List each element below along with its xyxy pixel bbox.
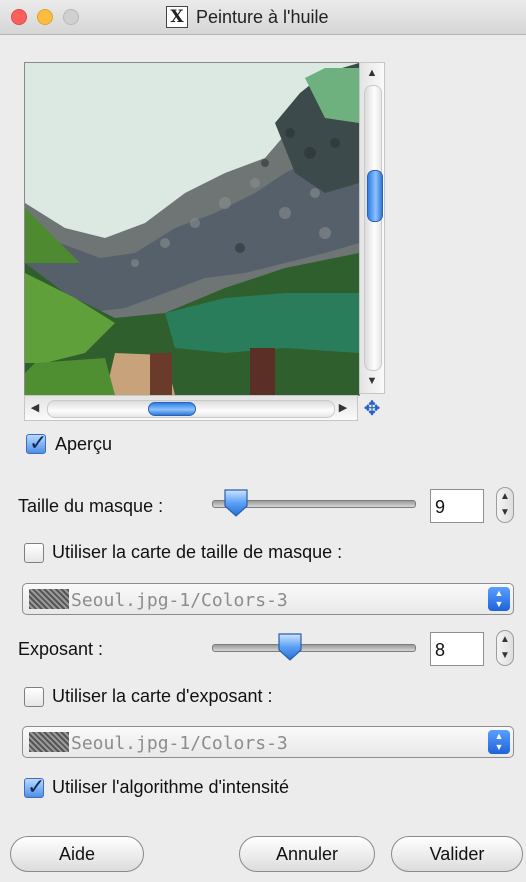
exponent-label: Exposant : <box>18 639 104 659</box>
intensity-label[interactable]: Utiliser l'algorithme d'intensité <box>52 777 289 798</box>
title-bar: X Peinture à l'huile <box>0 0 526 35</box>
mask-map-label[interactable]: Utiliser la carte de taille de masque : <box>52 542 342 563</box>
exponent-slider-thumb[interactable] <box>276 632 304 662</box>
mask-map-combo-value: Seoul.jpg-1/Colors-3 <box>71 590 288 611</box>
combo-arrows-icon[interactable]: ▲ ▼ <box>488 730 510 754</box>
scroll-down-arrow-icon[interactable]: ▼ <box>364 373 380 389</box>
preview-image[interactable] <box>24 62 360 396</box>
preview-checkbox-label[interactable]: Aperçu <box>55 434 112 455</box>
minimize-window-button[interactable] <box>37 9 53 25</box>
horizontal-scroll-track[interactable] <box>47 400 335 418</box>
image-thumbnail-icon <box>29 732 69 752</box>
mask-size-label: Taille du masque : <box>18 496 164 516</box>
exponent-spin-buttons[interactable]: ▲ ▼ <box>496 630 514 666</box>
mask-size-spin-buttons[interactable]: ▲ ▼ <box>496 487 514 523</box>
exponent-value-field[interactable]: 8 <box>430 632 484 666</box>
vertical-scroll-thumb[interactable] <box>367 170 383 222</box>
spin-down-icon[interactable]: ▼ <box>500 650 510 661</box>
exponent-map-combo[interactable]: Seoul.jpg-1/Colors-3 ▲ ▼ <box>22 726 514 758</box>
spin-up-icon[interactable]: ▲ <box>500 634 510 645</box>
ok-button[interactable]: Valider <box>391 836 523 872</box>
x11-app-icon: X <box>166 6 188 28</box>
window-title-group: X Peinture à l'huile <box>166 5 329 29</box>
cancel-button[interactable]: Annuler <box>239 836 375 872</box>
preview-painting <box>25 63 359 395</box>
image-thumbnail-icon <box>29 589 69 609</box>
exponent-map-checkbox[interactable] <box>24 687 44 707</box>
window-title: Peinture à l'huile <box>196 6 329 27</box>
scroll-left-arrow-icon[interactable]: ◀ <box>27 400 43 416</box>
spin-down-icon[interactable]: ▼ <box>500 507 510 518</box>
zoom-window-button[interactable] <box>63 9 79 25</box>
mask-size-value-field[interactable]: 9 <box>430 489 484 523</box>
spin-up-icon[interactable]: ▲ <box>500 491 510 502</box>
checkmark-icon: ✓ <box>27 774 46 799</box>
preview-horizontal-scrollbar[interactable]: ◀ ▶ <box>24 395 358 421</box>
mask-map-checkbox[interactable] <box>24 543 44 563</box>
scroll-right-arrow-icon[interactable]: ▶ <box>335 400 351 416</box>
horizontal-scroll-thumb[interactable] <box>148 402 196 416</box>
vertical-scroll-track[interactable] <box>364 85 383 371</box>
scroll-up-arrow-icon[interactable]: ▲ <box>364 65 380 81</box>
checkmark-icon: ✓ <box>29 430 48 455</box>
exponent-map-combo-value: Seoul.jpg-1/Colors-3 <box>71 733 288 754</box>
preview-vertical-scrollbar[interactable]: ▲ ▼ <box>359 62 385 394</box>
help-button[interactable]: Aide <box>10 836 144 872</box>
navigate-move-icon[interactable]: ✥ <box>359 397 385 421</box>
exponent-map-label[interactable]: Utiliser la carte d'exposant : <box>52 686 273 707</box>
preview-checkbox[interactable]: ✓ <box>26 430 47 455</box>
mask-map-combo[interactable]: Seoul.jpg-1/Colors-3 ▲ ▼ <box>22 583 514 615</box>
intensity-checkbox[interactable]: ✓ <box>24 774 45 799</box>
close-window-button[interactable] <box>11 9 27 25</box>
exponent-slider-track[interactable] <box>212 644 416 652</box>
mask-size-slider-thumb[interactable] <box>222 488 250 518</box>
combo-arrows-icon[interactable]: ▲ ▼ <box>488 587 510 611</box>
